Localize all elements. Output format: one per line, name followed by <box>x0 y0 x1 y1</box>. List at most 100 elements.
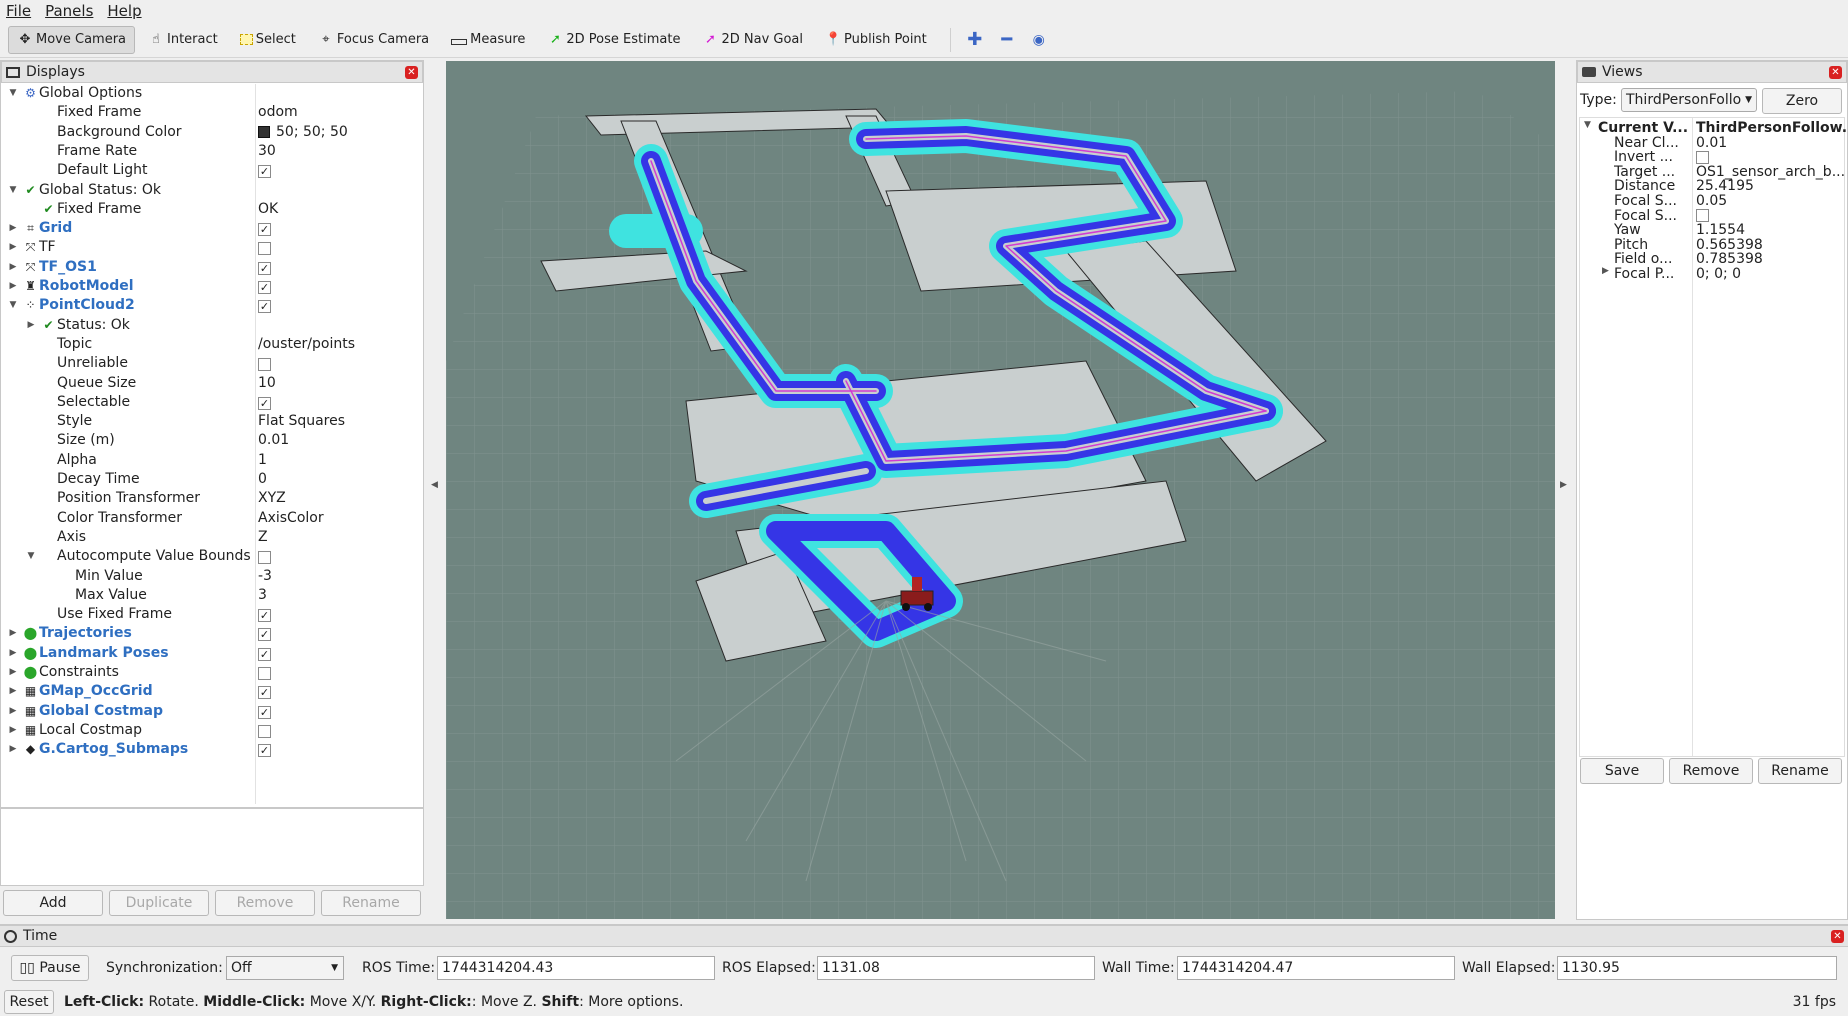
display-row-value[interactable]: /ouster/points <box>258 335 355 354</box>
tool-select[interactable]: Select <box>231 26 305 54</box>
display-row[interactable]: Min Value -3 <box>1 567 423 586</box>
rename-view-button[interactable]: Rename <box>1758 758 1842 784</box>
menu-file[interactable]: File <box>6 2 31 20</box>
display-row[interactable]: Unreliable <box>1 354 423 373</box>
display-row-checkbox[interactable] <box>258 354 271 373</box>
display-row-value[interactable]: Z <box>258 528 268 547</box>
menu-help[interactable]: Help <box>107 2 141 20</box>
display-row-checkbox[interactable]: ✓ <box>258 702 271 721</box>
column-divider[interactable] <box>255 84 256 804</box>
display-row-value[interactable]: 0.01 <box>258 431 289 450</box>
view-property-value[interactable]: ThirdPersonFollow... <box>1696 120 1848 136</box>
display-row[interactable]: Style Flat Squares <box>1 412 423 431</box>
display-row[interactable]: ▶ ◆ G.Cartog_Submaps ✓ <box>1 740 423 759</box>
pause-button[interactable]: ▯▯ Pause <box>11 955 89 981</box>
rename-display-button[interactable]: Rename <box>321 890 421 916</box>
expand-open-icon[interactable]: ▼ <box>7 181 19 200</box>
display-row-value[interactable]: AxisColor <box>258 509 324 528</box>
add-tool-button[interactable]: ✚ <box>961 26 989 54</box>
expand-closed-icon[interactable]: ▶ <box>7 258 19 277</box>
display-row-checkbox[interactable]: ✓ <box>258 277 271 296</box>
display-row[interactable]: Frame Rate 30 <box>1 142 423 161</box>
display-row-checkbox[interactable]: ✓ <box>258 296 271 315</box>
display-row[interactable]: Selectable ✓ <box>1 393 423 412</box>
display-row-checkbox[interactable]: ✓ <box>258 624 271 643</box>
expand-closed-icon[interactable]: ▶ <box>1602 266 1609 276</box>
display-row-value[interactable]: OK <box>258 200 278 219</box>
reset-button[interactable]: Reset <box>4 990 54 1014</box>
display-row-value[interactable]: 30 <box>258 142 276 161</box>
menu-panels[interactable]: Panels <box>45 2 93 20</box>
display-row[interactable]: Background Color 50; 50; 50 <box>1 123 423 142</box>
display-row[interactable]: ▶ ⬤ Constraints <box>1 663 423 682</box>
tool-2d-nav-goal[interactable]: ➚ 2D Nav Goal <box>693 26 812 54</box>
wall-elapsed-field[interactable]: 1130.95 <box>1557 956 1837 980</box>
ros-elapsed-field[interactable]: 1131.08 <box>817 956 1095 980</box>
remove-view-button[interactable]: Remove <box>1669 758 1753 784</box>
tool-focus-camera[interactable]: ⌖ Focus Camera <box>309 26 438 54</box>
view-property-value[interactable]: 1.1554 <box>1696 222 1745 238</box>
display-row[interactable]: ▶ ⤧ TF <box>1 238 423 257</box>
display-row-checkbox[interactable]: ✓ <box>258 682 271 701</box>
display-row-value[interactable]: 3 <box>258 586 267 605</box>
view-property-value[interactable]: 0.565398 <box>1696 237 1763 253</box>
tool-measure[interactable]: Measure <box>442 26 534 54</box>
display-row-checkbox[interactable] <box>258 547 271 566</box>
display-row[interactable]: Default Light ✓ <box>1 161 423 180</box>
view-property-row[interactable]: ▶ Focal P... 0; 0; 0 <box>1580 266 1848 283</box>
display-row-value[interactable]: -3 <box>258 567 272 586</box>
display-row-checkbox[interactable]: ✓ <box>258 219 271 238</box>
expand-closed-icon[interactable]: ▶ <box>7 624 19 643</box>
display-row-checkbox[interactable]: ✓ <box>258 258 271 277</box>
zero-button[interactable]: Zero <box>1762 88 1842 114</box>
tool-properties-button[interactable]: ◉ <box>1025 26 1053 54</box>
display-row[interactable]: ▼ ✔ Global Status: Ok <box>1 181 423 200</box>
display-row-value[interactable]: odom <box>258 103 298 122</box>
display-row[interactable]: Size (m) 0.01 <box>1 431 423 450</box>
display-row[interactable]: Alpha 1 <box>1 451 423 470</box>
display-row-checkbox[interactable]: ✓ <box>258 740 271 759</box>
close-icon[interactable]: ✕ <box>1829 65 1842 79</box>
display-row[interactable]: Fixed Frame odom <box>1 103 423 122</box>
view-property-value[interactable]: 0.785398 <box>1696 251 1763 267</box>
render-viewport[interactable] <box>446 61 1555 919</box>
view-property-checkbox[interactable] <box>1696 208 1709 224</box>
display-row[interactable]: ▼ Autocompute Value Bounds <box>1 547 423 566</box>
view-property-value[interactable]: 0.01 <box>1696 135 1727 151</box>
display-row-value[interactable]: XYZ <box>258 489 286 508</box>
close-icon[interactable]: ✕ <box>1831 929 1844 943</box>
expand-closed-icon[interactable]: ▶ <box>7 682 19 701</box>
display-row-checkbox[interactable]: ✓ <box>258 605 271 624</box>
expand-open-icon[interactable]: ▼ <box>1584 120 1591 130</box>
display-row-checkbox[interactable] <box>258 721 271 740</box>
expand-closed-icon[interactable]: ▶ <box>7 740 19 759</box>
expand-closed-icon[interactable]: ▶ <box>7 663 19 682</box>
tool-publish-point[interactable]: 📍 Publish Point <box>816 26 936 54</box>
display-row[interactable]: ✔ Fixed Frame OK <box>1 200 423 219</box>
view-property-value[interactable]: 25.4195 <box>1696 178 1754 194</box>
expand-open-icon[interactable]: ▼ <box>25 547 37 566</box>
expand-closed-icon[interactable]: ▶ <box>25 316 37 335</box>
display-row[interactable]: Axis Z <box>1 528 423 547</box>
ros-time-field[interactable]: 1744314204.43 <box>437 956 715 980</box>
display-row[interactable]: ▶ ⤧ TF_OS1 ✓ <box>1 258 423 277</box>
display-row[interactable]: ▶ ▦ GMap_OccGrid ✓ <box>1 682 423 701</box>
save-view-button[interactable]: Save <box>1580 758 1664 784</box>
display-row[interactable]: Position Transformer XYZ <box>1 489 423 508</box>
display-row[interactable]: ▶ ✔ Status: Ok <box>1 316 423 335</box>
display-row[interactable]: Max Value 3 <box>1 586 423 605</box>
display-row-value[interactable]: 1 <box>258 451 267 470</box>
display-row[interactable]: Queue Size 10 <box>1 374 423 393</box>
color-swatch[interactable] <box>258 125 270 138</box>
remove-tool-button[interactable]: ━ <box>993 26 1021 54</box>
sync-select[interactable]: Off ▼ <box>226 956 344 980</box>
display-row[interactable]: ▼ ⁘ PointCloud2 ✓ <box>1 296 423 315</box>
wall-time-field[interactable]: 1744314204.47 <box>1177 956 1455 980</box>
display-row-checkbox[interactable]: ✓ <box>258 644 271 663</box>
display-row[interactable]: ▶ ▦ Local Costmap <box>1 721 423 740</box>
view-type-select[interactable]: ThirdPersonFollo ▼ <box>1621 88 1757 112</box>
expand-open-icon[interactable]: ▼ <box>7 84 19 103</box>
display-row-checkbox[interactable] <box>258 238 271 257</box>
expand-closed-icon[interactable]: ▶ <box>7 644 19 663</box>
tool-move-camera[interactable]: ✥ Move Camera <box>8 25 136 54</box>
